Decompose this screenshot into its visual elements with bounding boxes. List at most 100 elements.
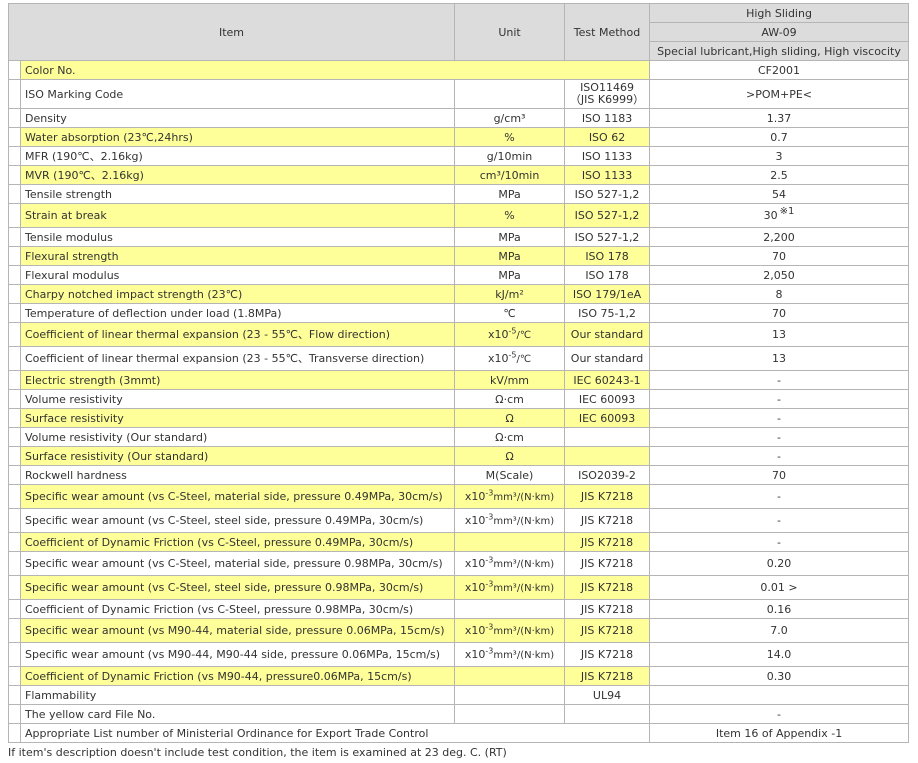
grade-value: 3	[649, 146, 910, 166]
header-grade-description: Special lubricant,High sliding, High vis…	[649, 41, 910, 61]
row-marker	[8, 618, 21, 643]
unit-cell: Ω·cm	[454, 389, 566, 409]
header-test-method: Test Method	[564, 3, 651, 61]
table-row: Density g/cm³ ISO 1183 1.37	[8, 108, 910, 128]
grade-value: 0.7	[649, 127, 910, 147]
table-row: Specific wear amount (vs C-Steel, materi…	[8, 484, 910, 509]
table-row: Flexural modulus MPa ISO 178 2,050	[8, 265, 910, 285]
item-name: Specific wear amount (vs C-Steel, steel …	[19, 575, 456, 600]
footnote: If item's description doesn't include te…	[8, 746, 507, 759]
test-method: ISO 527-1,2	[564, 184, 651, 204]
test-method: JIS K7218	[564, 551, 651, 576]
item-name: Appropriate List number of Ministerial O…	[19, 723, 651, 743]
grade-value: -	[649, 484, 910, 509]
test-method: Our standard	[564, 322, 651, 347]
row-marker	[8, 246, 21, 266]
test-method: ISO 178	[564, 246, 651, 266]
row-marker	[8, 685, 21, 705]
row-marker	[8, 666, 21, 686]
row-marker	[8, 265, 21, 285]
unit-cell	[454, 666, 566, 686]
unit-cell: %	[454, 127, 566, 147]
item-name: Coefficient of linear thermal expansion …	[19, 322, 456, 347]
unit-cell: x10-5/℃	[454, 346, 566, 371]
unit-part: mm³/(N·km)	[493, 625, 555, 637]
table-row: MFR (190℃、2.16kg) g/10min ISO 1133 3	[8, 146, 910, 166]
item-name: Charpy notched impact strength (23℃)	[19, 284, 456, 304]
unit-cell: kJ/m²	[454, 284, 566, 304]
grade-value	[649, 685, 910, 705]
unit-part: mm³/(N·km)	[493, 515, 555, 527]
grade-value: 70	[649, 303, 910, 323]
grade-value: 14.0	[649, 642, 910, 667]
row-marker	[8, 284, 21, 304]
table-row: Coefficient of Dynamic Friction (vs M90-…	[8, 666, 910, 686]
properties-table: Item Unit Test Method High Sliding AW-09…	[7, 3, 910, 743]
test-method: IEC 60093	[564, 408, 651, 428]
test-method: JIS K7218	[564, 484, 651, 509]
header-grade-name: AW-09	[649, 22, 910, 42]
item-name: Specific wear amount (vs M90-44, M90-44 …	[19, 642, 456, 667]
row-marker	[8, 599, 21, 619]
table-row: Charpy notched impact strength (23℃) kJ/m…	[8, 284, 910, 304]
unit-part: mm³/(N·km)	[493, 582, 555, 594]
item-name: Flammability	[19, 685, 456, 705]
unit-cell: x10-3mm³/(N·km)	[454, 618, 566, 643]
unit-part: x10	[464, 623, 486, 637]
row-marker	[8, 303, 21, 323]
table-row: Specific wear amount (vs C-Steel, materi…	[8, 551, 910, 576]
test-method: ISO 178	[564, 265, 651, 285]
table-row: Rockwell hardness M(Scale) ISO2039-2 70	[8, 465, 910, 485]
grade-value: -	[649, 427, 910, 447]
item-name: MVR (190℃、2.16kg)	[19, 165, 456, 185]
row-marker	[8, 465, 21, 485]
item-name: Tensile strength	[19, 184, 456, 204]
grade-value: 54	[649, 184, 910, 204]
row-marker	[8, 146, 21, 166]
row-marker	[8, 203, 21, 228]
unit-part: /℃	[516, 329, 532, 341]
item-name: Color No.	[19, 60, 651, 80]
test-method: UL94	[564, 685, 651, 705]
table-row: Coefficient of Dynamic Friction (vs C-St…	[8, 599, 910, 619]
grade-value: CF2001	[649, 60, 910, 80]
table-row: Water absorption (23℃,24hrs)% ISO 62 0.7	[8, 127, 910, 147]
test-method	[564, 427, 651, 447]
table-row: Flexural strength MPa ISO 178 70	[8, 246, 910, 266]
unit-part: x10	[464, 489, 486, 503]
grade-value: 0.16	[649, 599, 910, 619]
row-marker	[8, 704, 21, 724]
table-row: Color No. CF2001	[8, 60, 910, 80]
unit-cell: g/10min	[454, 146, 566, 166]
grade-value: 0.01 >	[649, 575, 910, 600]
test-method: JIS K7218	[564, 532, 651, 552]
grade-value: 13	[649, 346, 910, 371]
table-row: Specific wear amount (vs C-Steel, steel …	[8, 508, 910, 533]
unit-part: /℃	[516, 353, 532, 365]
row-marker	[8, 484, 21, 509]
test-method: Our standard	[564, 346, 651, 371]
unit-part: x10	[464, 556, 486, 570]
test-method-alt: （JIS K6999）	[569, 93, 645, 106]
unit-part: mm³/(N·km)	[493, 491, 555, 503]
item-name: Coefficient of Dynamic Friction (vs C-St…	[19, 599, 456, 619]
table-row: ISO Marking Code ISO11469 （JIS K6999） >POM+…	[8, 79, 910, 109]
test-method: JIS K7218	[564, 666, 651, 686]
item-name: Rockwell hardness	[19, 465, 456, 485]
item-name: Volume resistivity	[19, 389, 456, 409]
unit-cell: x10-3mm³/(N·km)	[454, 642, 566, 667]
table-row: Flammability UL94	[8, 685, 910, 705]
unit-cell: MPa	[454, 246, 566, 266]
unit-cell	[454, 704, 566, 724]
unit-cell: M(Scale)	[454, 465, 566, 485]
item-name: Surface resistivity	[19, 408, 456, 428]
row-marker	[8, 642, 21, 667]
item-name: Strain at break	[19, 203, 456, 228]
header-unit: Unit	[454, 3, 566, 61]
unit-cell: g/cm³	[454, 108, 566, 128]
table-row: Tensile strength MPa ISO 527-1,2 54	[8, 184, 910, 204]
row-marker	[8, 575, 21, 600]
row-marker	[8, 551, 21, 576]
grade-value: -	[649, 508, 910, 533]
table-row: Tensile modulus MPa ISO 527-1,2 2,200	[8, 227, 910, 247]
